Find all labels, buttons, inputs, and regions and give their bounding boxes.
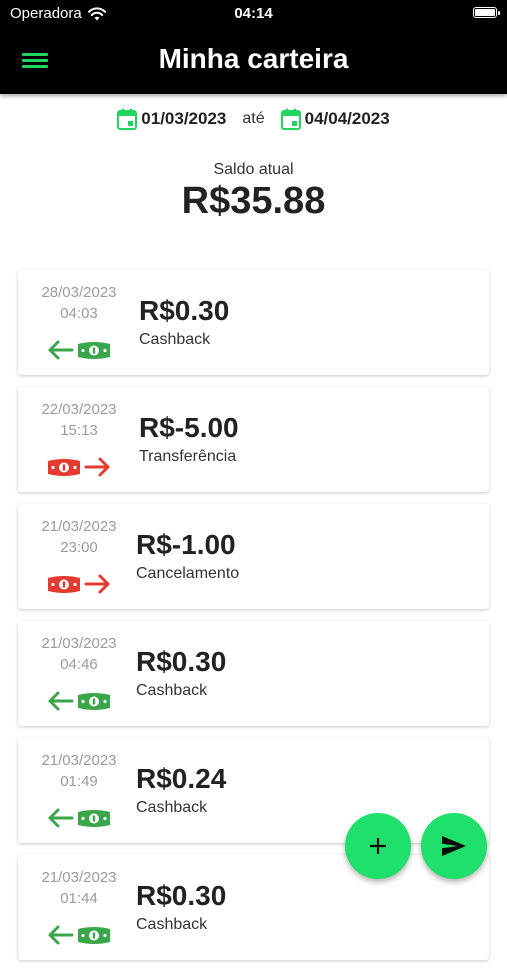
transaction-direction-icon — [46, 571, 114, 597]
transaction-date: 28/03/2023 — [41, 284, 117, 301]
transaction-date: 21/03/2023 — [41, 752, 117, 769]
transaction-description: Transferência — [139, 448, 237, 465]
transaction-card[interactable]: 21/03/2023 04:46 R$0.30 Cashback — [18, 621, 489, 726]
money-in-icon — [48, 925, 110, 945]
transaction-time: 04:46 — [60, 656, 98, 673]
transaction-card[interactable]: 21/03/2023 23:00 R$-1.00 Cancelamento — [18, 504, 489, 609]
transaction-list: 28/03/2023 04:03 R$0.30 Cashback 22/03/2… — [18, 270, 489, 972]
page-title: Minha carteira — [158, 43, 349, 74]
transaction-direction-icon — [46, 805, 114, 831]
money-in-icon — [48, 340, 110, 360]
money-in-icon — [48, 691, 110, 711]
transaction-amount: R$0.24 — [136, 763, 227, 794]
transaction-time: 01:49 — [60, 773, 98, 790]
transaction-date: 21/03/2023 — [41, 518, 117, 535]
transaction-datetime: 21/03/2023 04:46 — [26, 633, 132, 675]
end-date-picker[interactable]: 04/04/2023 — [280, 108, 390, 130]
balance-value: R$35.88 — [181, 180, 326, 222]
transaction-time: 15:13 — [60, 422, 98, 439]
transaction-datetime: 21/03/2023 23:00 — [26, 516, 132, 558]
transaction-datetime: 21/03/2023 01:44 — [26, 867, 132, 909]
transaction-datetime: 28/03/2023 04:03 — [26, 282, 132, 324]
transaction-amount: R$0.30 — [136, 880, 227, 911]
transaction-card[interactable]: 28/03/2023 04:03 R$0.30 Cashback — [18, 270, 489, 375]
transaction-direction-icon — [46, 922, 114, 948]
date-separator: até — [242, 110, 265, 127]
transaction-description: Cancelamento — [136, 565, 240, 582]
transaction-description: Cashback — [136, 799, 208, 816]
status-bar: Operadora 04:14 — [0, 0, 507, 28]
transaction-time: 04:03 — [60, 305, 98, 322]
transaction-datetime: 21/03/2023 01:49 — [26, 750, 132, 792]
transaction-description: Cashback — [136, 916, 208, 933]
send-icon — [442, 836, 466, 856]
transaction-direction-icon — [46, 454, 114, 480]
start-date-picker[interactable]: 01/03/2023 — [117, 108, 226, 130]
end-date: 04/04/2023 — [304, 109, 390, 128]
money-in-icon — [48, 808, 110, 828]
transaction-direction-icon — [46, 337, 114, 363]
app-header: Minha carteira — [0, 28, 507, 94]
start-date: 01/03/2023 — [141, 109, 227, 128]
add-button[interactable] — [345, 813, 411, 879]
transaction-direction-icon — [46, 688, 114, 714]
calendar-icon — [280, 108, 301, 130]
money-out-icon — [48, 457, 110, 477]
money-out-icon — [48, 574, 110, 594]
transaction-card[interactable]: 21/03/2023 01:44 R$0.30 Cashback — [18, 855, 489, 960]
transaction-card[interactable]: 22/03/2023 15:13 R$-5.00 Transferência — [18, 387, 489, 492]
transaction-date: 21/03/2023 — [41, 635, 117, 652]
status-time: 04:14 — [234, 5, 273, 22]
send-button[interactable] — [421, 813, 487, 879]
transaction-date: 21/03/2023 — [41, 869, 117, 886]
transaction-date: 22/03/2023 — [41, 401, 117, 418]
transaction-time: 23:00 — [60, 539, 98, 556]
balance-label: Saldo atual — [213, 161, 294, 178]
calendar-icon — [117, 108, 138, 130]
transaction-amount: R$0.30 — [139, 295, 230, 326]
transaction-amount: R$-1.00 — [136, 529, 236, 560]
plus-icon — [370, 838, 386, 854]
transaction-amount: R$-5.00 — [139, 412, 239, 443]
transaction-description: Cashback — [136, 682, 208, 699]
date-range: 01/03/2023 até 04/04/2023 — [0, 108, 507, 130]
transaction-amount: R$0.30 — [136, 646, 227, 677]
battery-icon — [473, 7, 500, 18]
transaction-card[interactable]: 21/03/2023 01:49 R$0.24 Cashback — [18, 738, 489, 843]
transaction-datetime: 22/03/2023 15:13 — [26, 399, 132, 441]
transaction-description: Cashback — [139, 331, 211, 348]
transaction-time: 01:44 — [60, 890, 98, 907]
